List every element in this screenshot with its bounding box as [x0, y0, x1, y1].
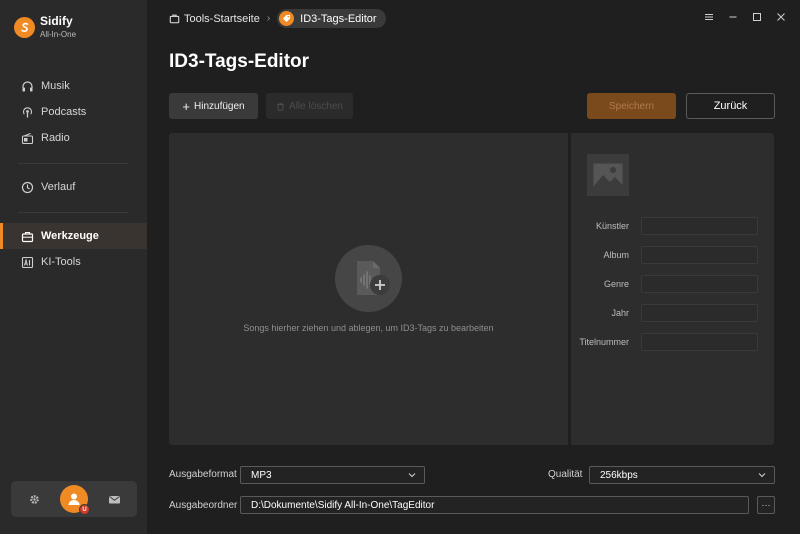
plus-icon: +: [182, 98, 190, 114]
output-format-label: Ausgabeformat: [169, 469, 237, 480]
sidebar-item-verlauf[interactable]: Verlauf: [0, 174, 147, 200]
drop-hint: Songs hierher ziehen und ablegen, um ID3…: [243, 323, 494, 333]
toolbox-icon: [20, 229, 34, 243]
album-label: Album: [603, 250, 629, 260]
breadcrumb-current-label: ID3-Tags-Editor: [300, 12, 377, 25]
breadcrumb: Tools-Startseite › ID3-Tags-Editor: [169, 9, 386, 28]
save-button[interactable]: Speichern: [587, 93, 676, 119]
breadcrumb-home[interactable]: Tools-Startseite: [169, 13, 260, 25]
album-field[interactable]: [641, 246, 758, 264]
quality-value: 256kbps: [600, 469, 638, 481]
sidebar-item-musik[interactable]: Musik: [0, 73, 147, 99]
add-button-label: Hinzufügen: [194, 100, 245, 112]
podcast-icon: [20, 105, 34, 119]
sidebar-item-label: Verlauf: [41, 181, 76, 193]
sidebar-bottom-bar: U: [11, 481, 137, 517]
minimize-icon[interactable]: [727, 11, 739, 23]
output-folder-field[interactable]: D:\Dokumente\Sidify All-In-One\TagEditor: [240, 496, 749, 514]
maximize-icon[interactable]: [751, 11, 763, 23]
sidify-logo-icon: [14, 16, 35, 38]
chevron-down-icon: [408, 473, 416, 478]
sidebar-item-label: KI-Tools: [41, 256, 81, 268]
sidebar-item-werkzeuge[interactable]: Werkzeuge: [0, 223, 147, 249]
clear-all-button[interactable]: Alle löschen: [266, 93, 353, 119]
sidebar-item-label: Radio: [41, 132, 70, 144]
ai-icon: [20, 255, 34, 269]
quality-select[interactable]: 256kbps: [589, 466, 775, 484]
tag-info-panel: Künstler Album Genre Jahr Titelnummer: [571, 133, 774, 445]
history-icon: [20, 180, 34, 194]
brand-name: Sidify: [40, 14, 73, 28]
menu-icon[interactable]: [703, 11, 715, 23]
clear-all-label: Alle löschen: [289, 100, 343, 112]
browse-folder-button[interactable]: ···: [757, 496, 775, 514]
avatar[interactable]: U: [60, 485, 90, 515]
mail-icon[interactable]: [107, 492, 121, 506]
sidebar-divider: [18, 163, 128, 164]
back-button[interactable]: Zurück: [686, 93, 775, 119]
artist-field[interactable]: [641, 217, 758, 235]
add-button[interactable]: + Hinzufügen: [169, 93, 258, 119]
toolbox-icon: [169, 14, 180, 24]
drop-zone[interactable]: Songs hierher ziehen und ablegen, um ID3…: [169, 133, 568, 445]
track-number-field[interactable]: [641, 333, 758, 351]
year-label: Jahr: [611, 308, 629, 318]
close-icon[interactable]: [775, 11, 787, 23]
quality-label: Qualität: [548, 469, 583, 480]
radio-icon: [20, 131, 34, 145]
page-title: ID3-Tags-Editor: [169, 51, 310, 72]
sidebar-item-label: Musik: [41, 80, 70, 92]
sidebar: Sidify All-In-One Musik Podcasts Radio V…: [0, 0, 147, 534]
breadcrumb-current: ID3-Tags-Editor: [277, 9, 386, 28]
sidebar-divider: [18, 212, 128, 213]
output-format-value: MP3: [251, 469, 272, 481]
sidebar-item-label: Werkzeuge: [41, 230, 99, 242]
track-number-label: Titelnummer: [579, 337, 629, 347]
cover-image-placeholder-icon[interactable]: [587, 154, 629, 196]
brand: Sidify All-In-One: [14, 14, 76, 40]
sidebar-item-podcasts[interactable]: Podcasts: [0, 99, 147, 125]
sidebar-item-ki-tools[interactable]: KI-Tools: [0, 249, 147, 275]
output-folder-label: Ausgabeordner: [169, 500, 238, 511]
genre-label: Genre: [603, 279, 629, 289]
sidebar-item-radio[interactable]: Radio: [0, 125, 147, 151]
trash-icon: [277, 102, 284, 111]
chevron-down-icon: [758, 473, 766, 478]
year-field[interactable]: [641, 304, 758, 322]
artist-label: Künstler: [595, 221, 629, 231]
gear-icon[interactable]: [27, 492, 41, 506]
genre-field[interactable]: [641, 275, 758, 293]
add-audio-file-icon: [335, 245, 402, 312]
output-format-select[interactable]: MP3: [240, 466, 425, 484]
unregistered-badge-icon: U: [79, 504, 90, 515]
sidebar-item-label: Podcasts: [41, 106, 87, 118]
tag-icon: [279, 11, 295, 26]
headphones-icon: [20, 79, 34, 93]
chevron-right-icon: ›: [266, 13, 271, 24]
breadcrumb-home-label: Tools-Startseite: [184, 12, 260, 25]
brand-subtitle: All-In-One: [40, 30, 77, 39]
